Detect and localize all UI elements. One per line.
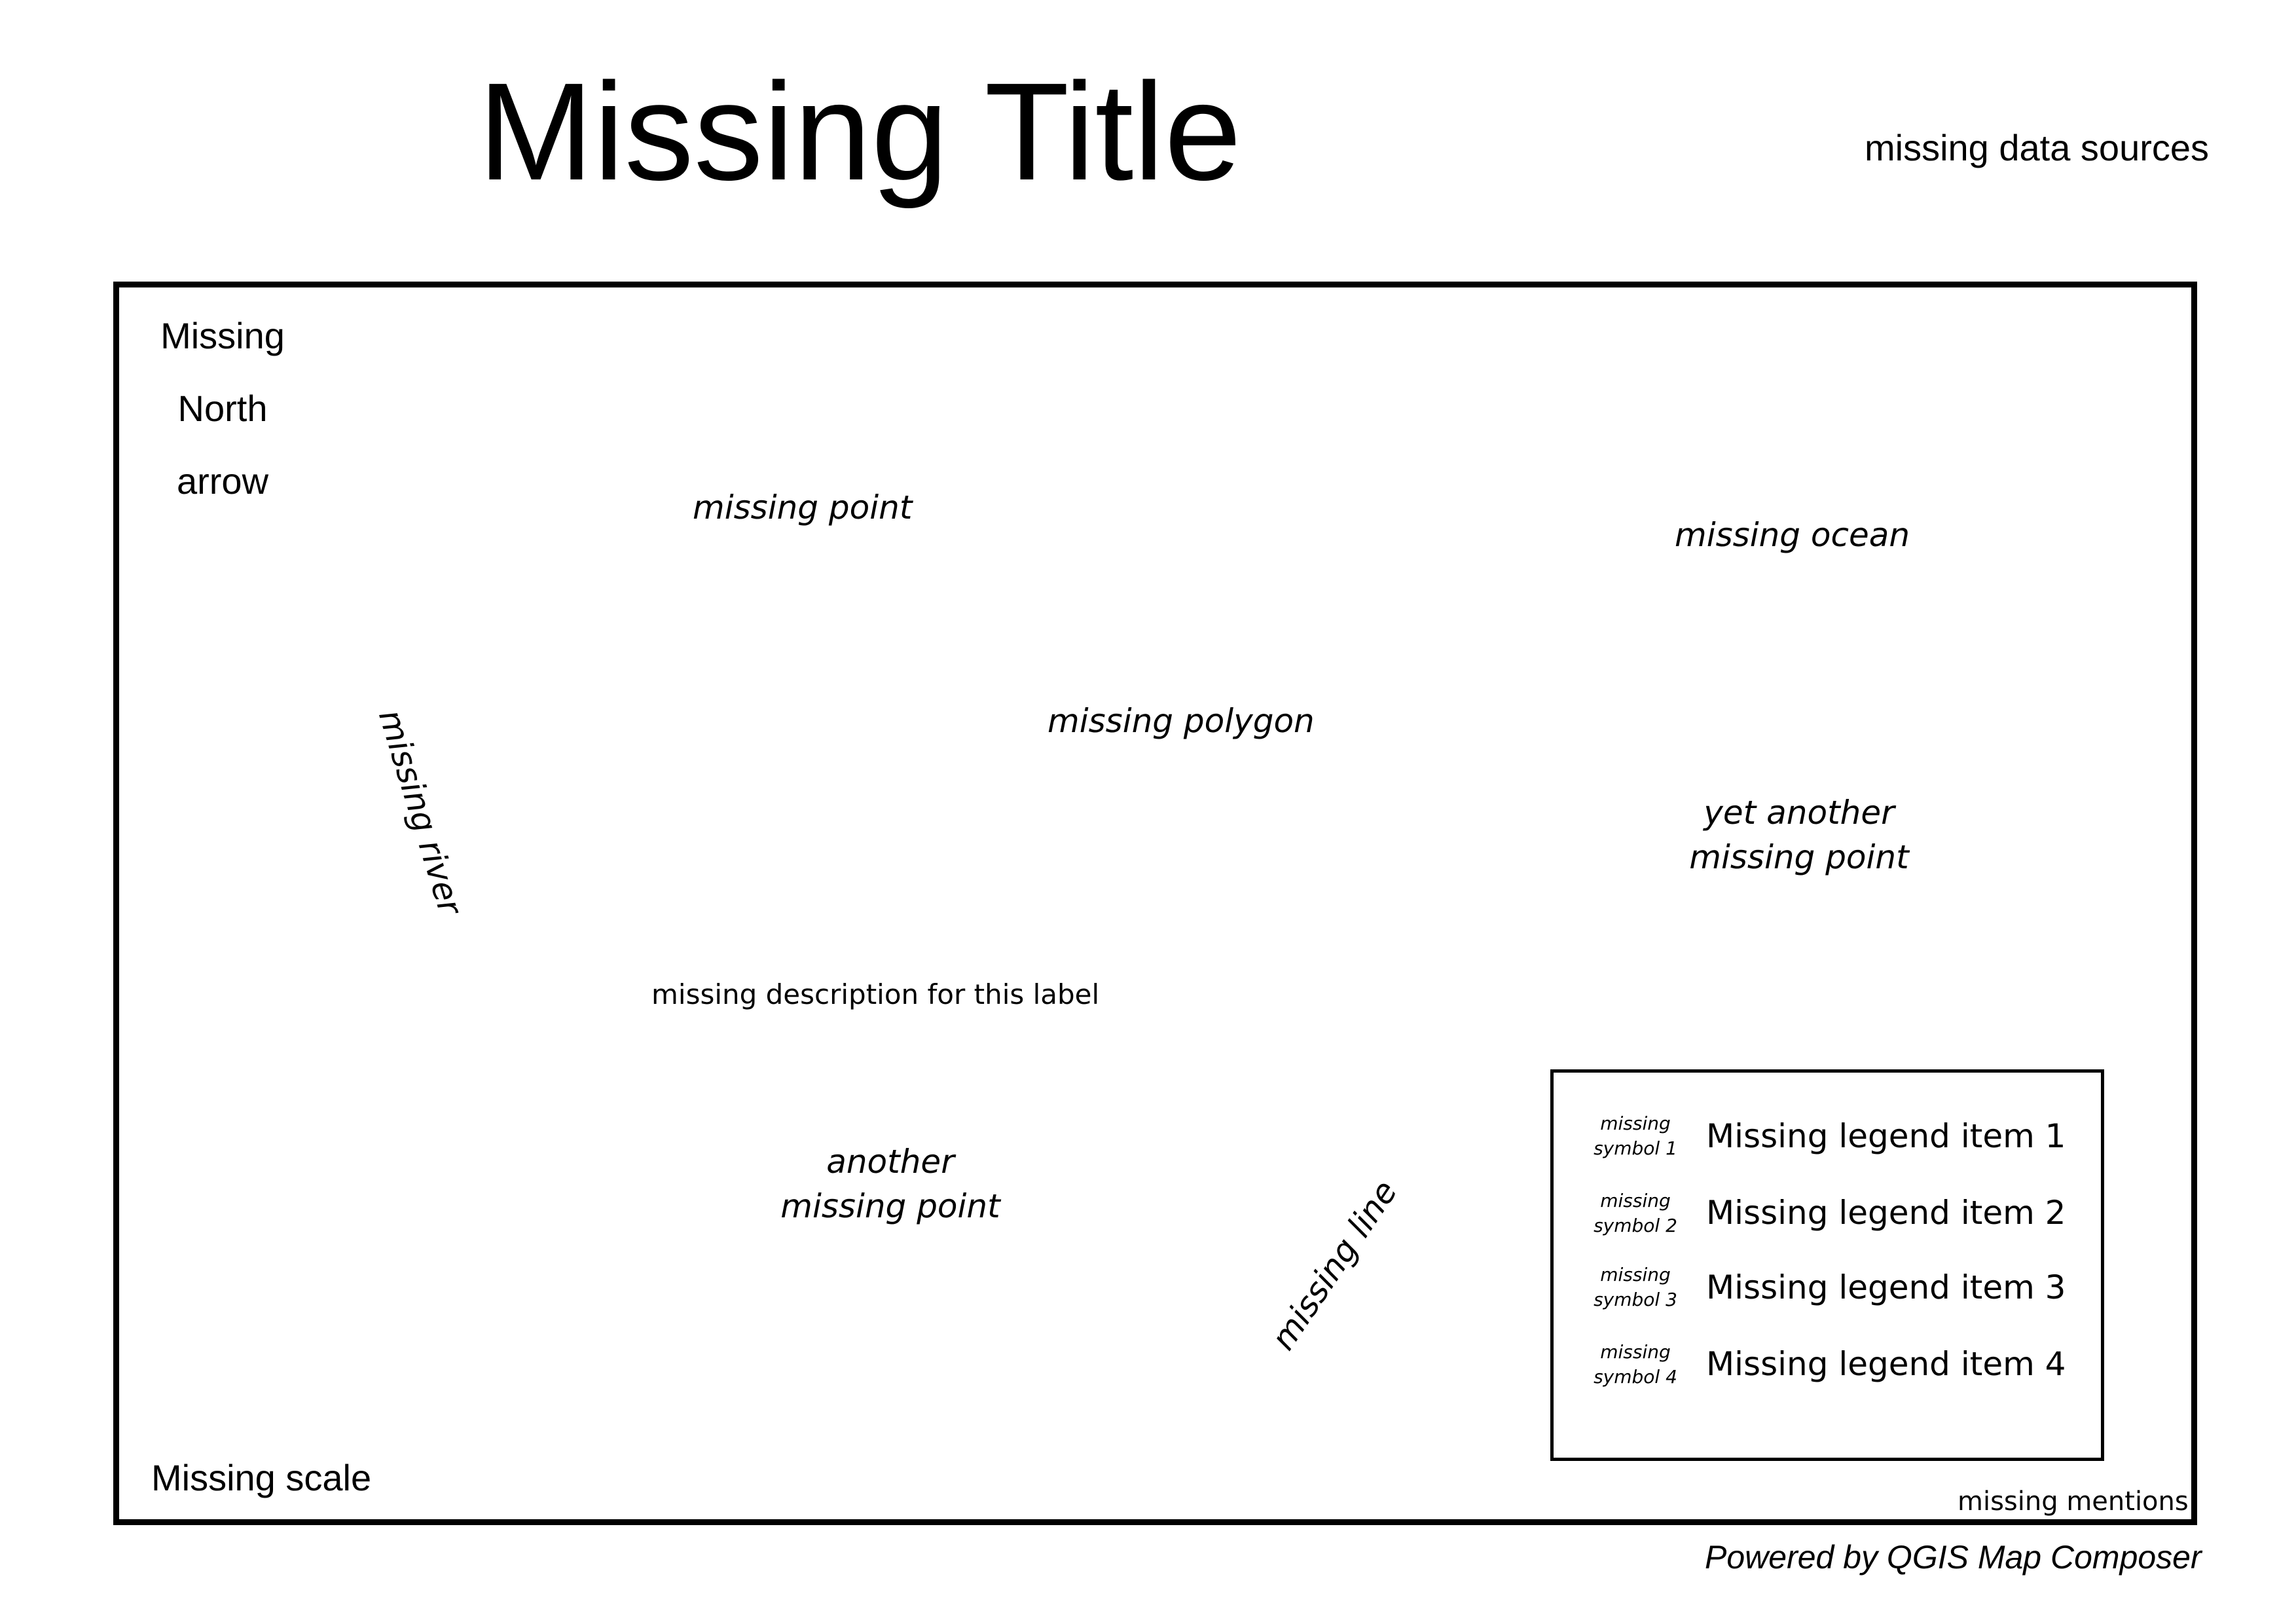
legend-item-2-label: Missing legend item 2 [1706,1194,2066,1232]
legend-item-3-label: Missing legend item 3 [1706,1268,2066,1306]
legend-symbol-4: missing symbol 4 [1594,1341,1677,1388]
scale-text: Missing scale [151,1457,372,1498]
legend-symbol-1: missing symbol 1 [1594,1113,1677,1159]
north-arrow-line-2: North [177,388,268,429]
legend-symbol-3: missing symbol 3 [1594,1264,1677,1310]
footer-credit: Powered by QGIS Map Composer [1705,1539,2202,1576]
legend-item-4-label: Missing legend item 4 [1706,1345,2066,1383]
map-label-another-point: another missing point [780,1143,1000,1225]
map-label-point: missing point [693,489,913,526]
legend-symbol-2: missing symbol 2 [1594,1190,1677,1236]
data-sources-text: missing data sources [1865,127,2210,168]
north-arrow-line-3: arrow [176,460,269,502]
north-arrow-line-1: Missing [160,315,285,356]
map-label-ocean: missing ocean [1675,516,1910,554]
map-label-polygon: missing polygon [1048,702,1315,740]
legend-item-1-label: Missing legend item 1 [1706,1117,2066,1155]
map-label-description: missing description for this label [651,978,1100,1010]
map-label-yet-another-point: yet another missing point [1689,794,1909,876]
page-title: Missing Title [478,54,1242,209]
mentions-text: missing mentions [1958,1486,2189,1517]
